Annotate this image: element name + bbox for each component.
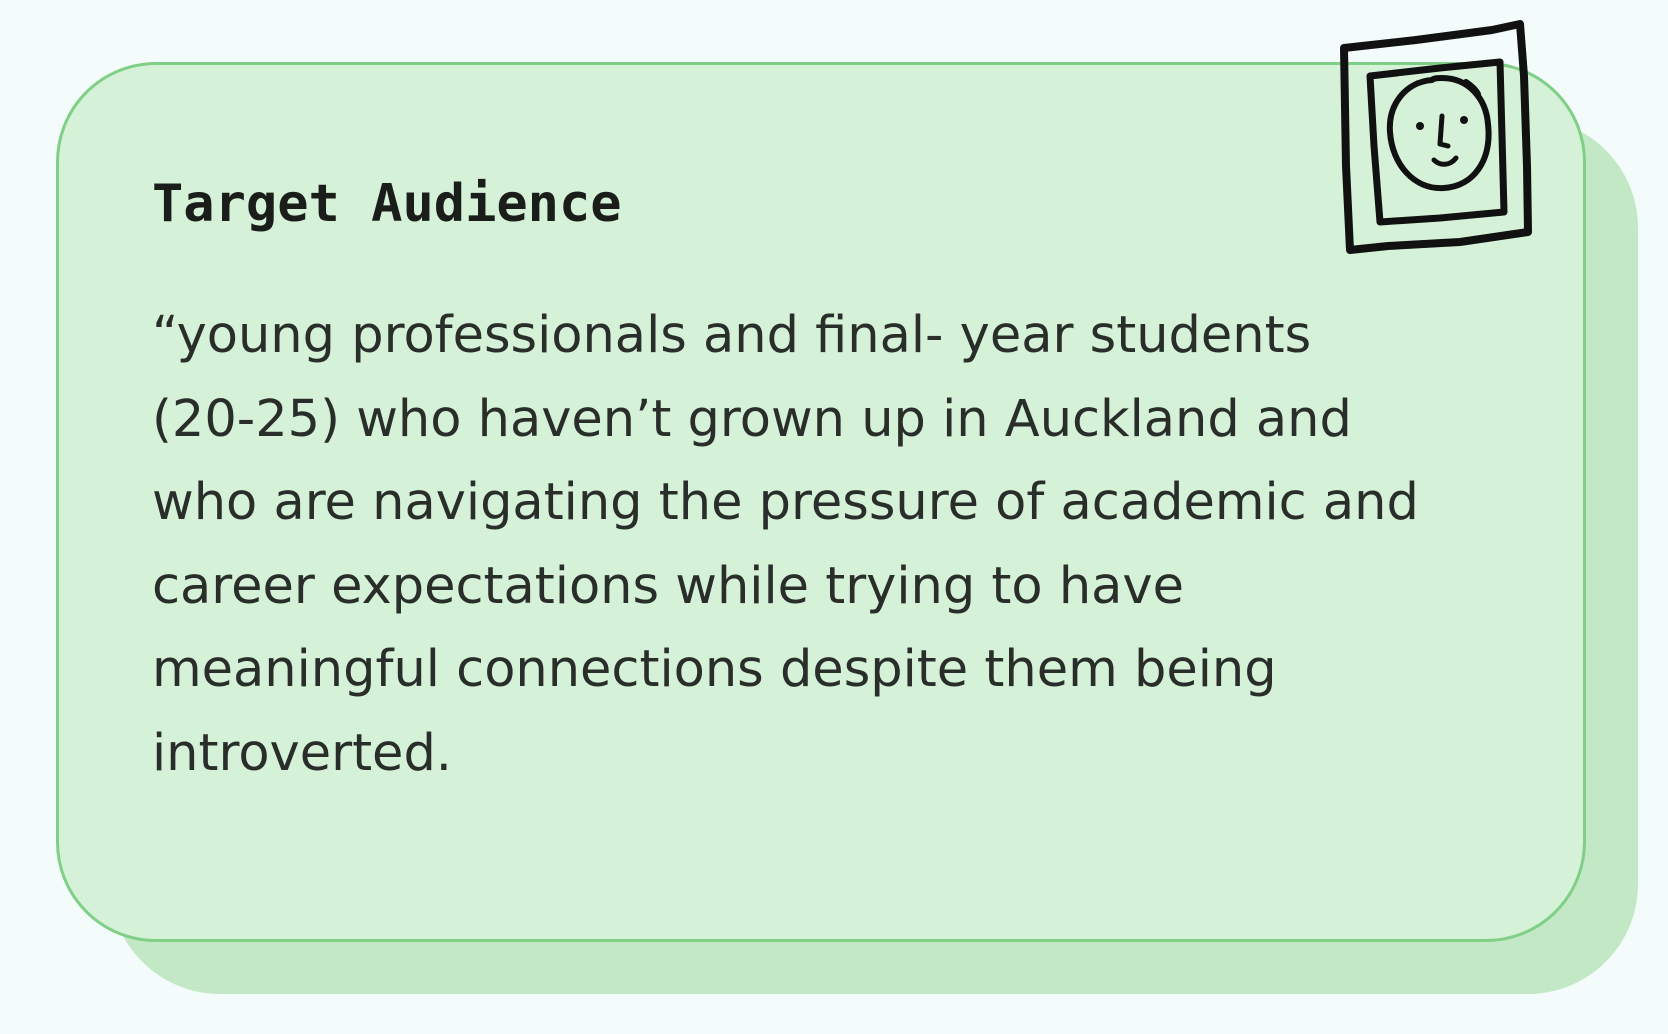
card-body-line: meaningful connections despite them bein… (152, 640, 1277, 699)
card-title: Target Audience (152, 174, 622, 234)
card-body-line: career expectations while trying to have (152, 556, 1184, 616)
card-body-line: “young professionals and final- year stu… (152, 306, 1312, 365)
card-body-line: who are navigating the pressure of acade… (152, 473, 1419, 532)
framed-portrait-icon (1330, 16, 1560, 260)
card-body-line: introverted. (152, 723, 453, 783)
card-body-line: (20-25) who haven’t grown up in Auckland… (152, 389, 1352, 449)
card-body: “young professionals and final- year stu… (152, 294, 1482, 795)
